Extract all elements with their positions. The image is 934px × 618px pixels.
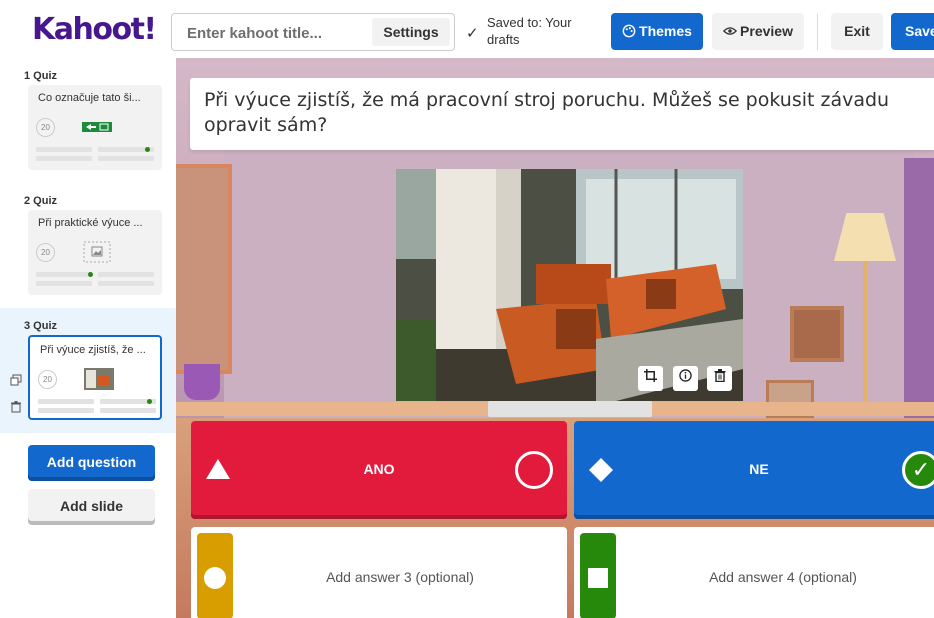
slide-sidebar: 1 Quiz Co označuje tato ši... 20 2 Quiz … bbox=[0, 58, 176, 618]
time-limit-badge: 20 bbox=[36, 243, 55, 262]
palette-icon bbox=[622, 24, 636, 38]
correct-answer-dot bbox=[147, 399, 152, 404]
eye-icon bbox=[722, 27, 738, 35]
correct-check-icon[interactable]: ✓ bbox=[902, 451, 934, 489]
kahoot-logo[interactable]: Kahoot! bbox=[32, 12, 157, 47]
background-curtain bbox=[904, 158, 934, 418]
correct-answer-dot bbox=[145, 147, 150, 152]
time-limit-badge: 20 bbox=[38, 370, 57, 389]
slide-item-3[interactable]: 3 Quiz Při výuce zjistíš, že ... 20 bbox=[0, 308, 176, 433]
info-icon[interactable] bbox=[673, 366, 698, 391]
top-bar: Kahoot! Enter kahoot title... Settings ✓… bbox=[0, 0, 934, 58]
slide-thumbnail[interactable]: Co označuje tato ši... 20 bbox=[28, 85, 162, 170]
question-text[interactable]: Při výuce zjistíš, že má pracovní stroj … bbox=[204, 88, 934, 138]
background-picture-frame bbox=[176, 164, 232, 374]
add-slide-button[interactable]: Add slide bbox=[28, 489, 155, 525]
preview-label: Preview bbox=[740, 23, 793, 39]
answer-4-placeholder[interactable]: Add answer 4 (optional) bbox=[624, 569, 934, 585]
time-limit-badge: 20 bbox=[36, 118, 55, 137]
circle-icon bbox=[204, 567, 226, 589]
save-button[interactable]: Save bbox=[891, 13, 934, 50]
answer-placeholder-line bbox=[38, 408, 94, 413]
answer-placeholder-line bbox=[98, 156, 154, 161]
background-plant bbox=[184, 364, 220, 400]
delete-image-icon[interactable] bbox=[707, 366, 732, 391]
title-placeholder[interactable]: Enter kahoot title... bbox=[187, 25, 322, 42]
answer-placeholder-line bbox=[36, 281, 92, 286]
themes-label: Themes bbox=[639, 23, 692, 39]
question-editor-canvas: Při výuce zjistíš, že má pracovní stroj … bbox=[176, 58, 934, 618]
answer-placeholder-line bbox=[36, 156, 92, 161]
exit-sign-image bbox=[82, 122, 112, 132]
header-divider bbox=[817, 14, 818, 50]
slide-label: 1 Quiz bbox=[24, 70, 58, 82]
slide-question-preview: Při výuce zjistíš, že ... bbox=[40, 344, 146, 356]
duplicate-icon[interactable] bbox=[10, 374, 22, 386]
correct-answer-dot bbox=[88, 272, 93, 277]
answer-placeholder-line bbox=[36, 147, 92, 152]
saved-status-text: Saved to: Your drafts bbox=[487, 15, 572, 47]
answer-placeholder-line bbox=[100, 408, 156, 413]
settings-button[interactable]: Settings bbox=[372, 18, 450, 46]
answer-placeholder-line bbox=[38, 399, 94, 404]
save-status: ✓ Saved to: Your drafts bbox=[466, 14, 596, 47]
delete-icon[interactable] bbox=[10, 401, 22, 413]
answer-placeholder-line bbox=[98, 281, 154, 286]
background-picture-frame bbox=[790, 306, 844, 362]
answer-2-text[interactable]: NE bbox=[574, 461, 934, 477]
themes-button[interactable]: Themes bbox=[611, 13, 703, 50]
slide-label: 2 Quiz bbox=[24, 195, 58, 207]
exit-button[interactable]: Exit bbox=[831, 13, 883, 50]
answer-placeholder-line bbox=[36, 272, 92, 277]
machine-photo-thumbnail bbox=[84, 368, 114, 390]
preview-button[interactable]: Preview bbox=[712, 13, 804, 50]
crop-icon[interactable] bbox=[638, 366, 663, 391]
answer-4[interactable]: Add answer 4 (optional) bbox=[574, 527, 934, 618]
kahoot-title-field[interactable]: Enter kahoot title... Settings bbox=[171, 13, 455, 51]
square-icon bbox=[588, 568, 608, 588]
slide-label: 3 Quiz bbox=[24, 320, 58, 332]
background-lamp-pole bbox=[863, 261, 867, 411]
answer-2[interactable]: NE ✓ bbox=[574, 421, 934, 519]
slide-item-1[interactable]: 1 Quiz Co označuje tato ši... 20 bbox=[0, 58, 176, 183]
add-question-button[interactable]: Add question bbox=[28, 445, 155, 481]
question-input[interactable]: Při výuce zjistíš, že má pracovní stroj … bbox=[190, 78, 934, 150]
slide-question-preview: Co označuje tato ši... bbox=[38, 92, 141, 104]
slide-thumbnail[interactable]: Při praktické výuce ... 20 bbox=[28, 210, 162, 295]
slide-item-2[interactable]: 2 Quiz Při praktické výuce ... 20 bbox=[0, 183, 176, 308]
answer-3-color-tag bbox=[197, 533, 233, 618]
image-placeholder-icon bbox=[83, 241, 111, 263]
slide-thumbnail[interactable]: Při výuce zjistíš, že ... 20 bbox=[28, 335, 162, 420]
mark-correct-toggle[interactable] bbox=[515, 451, 553, 489]
answer-3-placeholder[interactable]: Add answer 3 (optional) bbox=[241, 569, 559, 585]
answer-4-color-tag bbox=[580, 533, 616, 618]
answer-1[interactable]: ANO bbox=[191, 421, 567, 519]
slide-question-preview: Při praktické výuce ... bbox=[38, 217, 143, 229]
check-icon: ✓ bbox=[466, 25, 479, 42]
answer-3[interactable]: Add answer 3 (optional) bbox=[191, 527, 567, 618]
answer-placeholder-line bbox=[98, 272, 154, 277]
media-stand bbox=[488, 401, 652, 417]
answer-1-text[interactable]: ANO bbox=[191, 461, 567, 477]
